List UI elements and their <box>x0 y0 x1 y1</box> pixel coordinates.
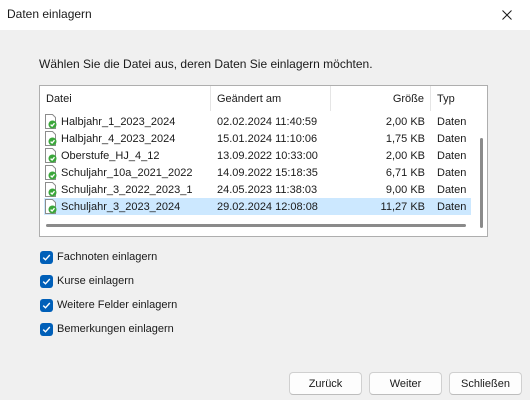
modified-cell: 14.09.2022 15:18:35 <box>217 166 318 179</box>
file-name: Halbjahr_1_2023_2024 <box>61 115 176 128</box>
close-button[interactable]: Schließen <box>449 372 522 395</box>
modified-cell: 13.09.2022 10:33:00 <box>217 149 318 162</box>
table-row[interactable]: Schuljahr_3_2022_2023_1 24.05.2023 11:38:… <box>44 181 471 198</box>
option-checkbox-row[interactable]: Bemerkungen einlagern <box>40 317 177 341</box>
back-button[interactable]: Zurück <box>289 372 362 395</box>
checkbox[interactable] <box>40 298 53 312</box>
file-name-cell: Oberstufe_HJ_4_12 <box>44 148 211 163</box>
option-checkbox-row[interactable]: Kurse einlagern <box>40 269 177 293</box>
file-name-cell: Schuljahr_10a_2021_2022 <box>44 165 211 180</box>
file-list[interactable]: Datei Geändert am Größe Typ Halbjahr_1_2… <box>39 85 488 237</box>
column-header-type[interactable]: Typ <box>431 86 471 111</box>
checkmark-icon <box>42 254 51 261</box>
size-cell: 2,00 KB <box>385 115 425 128</box>
table-row[interactable]: Schuljahr_10a_2021_2022 14.09.2022 15:18:… <box>44 164 471 181</box>
modified-cell: 15.01.2024 11:10:06 <box>217 132 318 145</box>
file-name: Halbjahr_4_2023_2024 <box>61 132 176 145</box>
checkmark-icon <box>42 278 51 285</box>
type-cell: Daten <box>437 149 467 162</box>
table-row[interactable]: Schuljahr_3_2023_2024 29.02.2024 12:08:08… <box>44 198 471 215</box>
size-cell: 11,27 KB <box>380 200 425 213</box>
file-name-cell: Schuljahr_3_2022_2023_1 <box>44 182 211 197</box>
file-name: Schuljahr_3_2023_2024 <box>61 200 181 213</box>
type-cell: Daten <box>437 166 467 179</box>
file-name: Schuljahr_3_2022_2023_1 <box>61 183 193 196</box>
vertical-scrollbar[interactable] <box>480 138 483 228</box>
data-file-check-icon <box>45 114 57 129</box>
column-header-size[interactable]: Größe <box>331 86 431 111</box>
modified-cell: 29.02.2024 12:08:08 <box>217 200 318 213</box>
file-name: Oberstufe_HJ_4_12 <box>61 149 160 162</box>
data-file-check-icon <box>45 199 57 214</box>
checkbox[interactable] <box>40 322 53 336</box>
type-cell: Daten <box>437 132 467 145</box>
checkbox-label: Bemerkungen einlagern <box>57 323 174 335</box>
option-checkbox-row[interactable]: Fachnoten einlagern <box>40 245 177 269</box>
size-cell: 6,71 KB <box>385 166 425 179</box>
table-row[interactable]: Oberstufe_HJ_4_12 13.09.2022 10:33:00 2,00… <box>44 147 471 164</box>
table-row[interactable]: Halbjahr_4_2023_2024 15.01.2024 11:10:06 1… <box>44 130 471 147</box>
list-header: Datei Geändert am Größe Typ <box>40 86 487 111</box>
close-icon <box>502 10 512 20</box>
checkbox-label: Weitere Felder einlagern <box>57 299 178 311</box>
modified-cell: 24.05.2023 11:38:03 <box>217 183 318 196</box>
column-header-modified[interactable]: Geändert am <box>211 86 331 111</box>
checkbox-label: Kurse einlagern <box>57 275 135 287</box>
title-bar: Daten einlagern <box>0 0 530 30</box>
type-cell: Daten <box>437 115 467 128</box>
file-name-cell: Halbjahr_1_2023_2024 <box>44 114 211 129</box>
column-header-file[interactable]: Datei <box>40 86 211 111</box>
size-cell: 9,00 KB <box>385 183 425 196</box>
type-cell: Daten <box>437 200 467 213</box>
checkbox[interactable] <box>40 274 53 288</box>
list-rows: Halbjahr_1_2023_2024 02.02.2024 11:40:59 2… <box>44 113 471 215</box>
close-window-button[interactable] <box>484 0 530 30</box>
data-file-check-icon <box>45 148 57 163</box>
next-button[interactable]: Weiter <box>369 372 442 395</box>
window-title: Daten einlagern <box>7 7 92 21</box>
table-row[interactable]: Halbjahr_1_2023_2024 02.02.2024 11:40:59 2… <box>44 113 471 130</box>
checkmark-icon <box>42 302 51 309</box>
options-group: Fachnoten einlagern Kurse einlagern Weiter… <box>40 245 177 341</box>
data-file-check-icon <box>45 182 57 197</box>
data-file-check-icon <box>45 131 57 146</box>
modified-cell: 02.02.2024 11:40:59 <box>217 115 318 128</box>
data-file-check-icon <box>45 165 57 180</box>
checkmark-icon <box>42 326 51 333</box>
file-name-cell: Halbjahr_4_2023_2024 <box>44 131 211 146</box>
horizontal-scrollbar[interactable] <box>46 224 466 227</box>
option-checkbox-row[interactable]: Weitere Felder einlagern <box>40 293 177 317</box>
file-name-cell: Schuljahr_3_2023_2024 <box>44 199 211 214</box>
file-name: Schuljahr_10a_2021_2022 <box>61 166 193 179</box>
checkbox[interactable] <box>40 250 53 264</box>
size-cell: 1,75 KB <box>385 132 425 145</box>
size-cell: 2,00 KB <box>385 149 425 162</box>
type-cell: Daten <box>437 183 467 196</box>
instruction-text: Wählen Sie die Datei aus, deren Daten Si… <box>39 57 373 71</box>
checkbox-label: Fachnoten einlagern <box>57 251 158 263</box>
